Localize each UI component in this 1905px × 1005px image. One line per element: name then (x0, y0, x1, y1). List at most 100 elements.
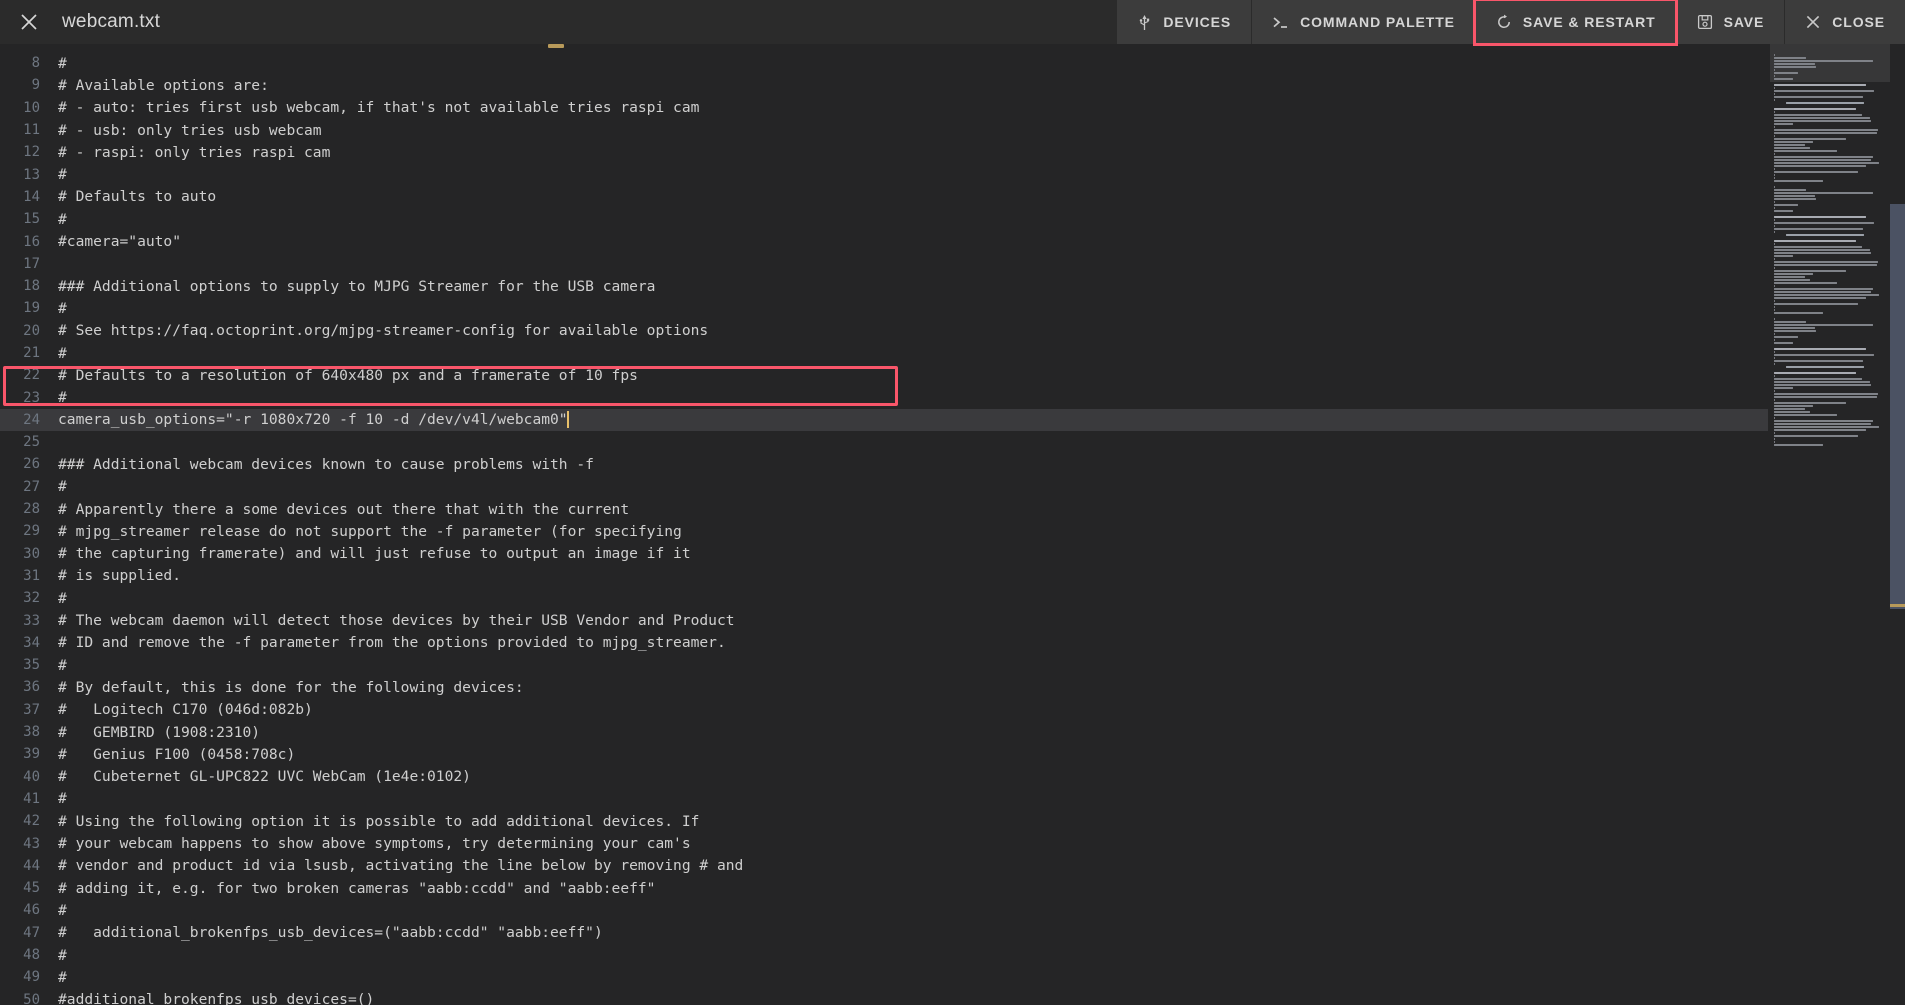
code-line[interactable]: 27# (0, 476, 1768, 498)
code-line[interactable]: 46# (0, 899, 1768, 921)
code-line[interactable]: 33# The webcam daemon will detect those … (0, 609, 1768, 631)
command-palette-button[interactable]: COMMAND PALETTE (1251, 0, 1475, 44)
save-and-restart-label: SAVE & RESTART (1523, 14, 1656, 30)
code-editor[interactable]: 8#9# Available options are:10# - auto: t… (0, 44, 1905, 1005)
code-line[interactable]: 43# your webcam happens to show above sy… (0, 832, 1768, 854)
line-number: 13 (0, 167, 46, 183)
code-line[interactable]: 49# (0, 966, 1768, 988)
minimap-line (1774, 437, 1888, 440)
code-line[interactable]: 16#camera="auto" (0, 230, 1768, 252)
line-number: 40 (0, 769, 46, 785)
line-content: # (46, 969, 67, 986)
code-line[interactable]: 21# (0, 342, 1768, 364)
code-line[interactable]: 26### Additional webcam devices known to… (0, 453, 1768, 475)
line-content: # - raspi: only tries raspi cam (46, 144, 330, 161)
code-line[interactable]: 15# (0, 208, 1768, 230)
line-number: 49 (0, 969, 46, 985)
line-content: # (46, 902, 67, 919)
vertical-scrollbar[interactable] (1890, 44, 1905, 1005)
line-content: # Cubeternet GL-UPC822 UVC WebCam (1e4e:… (46, 768, 471, 785)
minimap-line (1774, 344, 1888, 347)
line-content: # The webcam daemon will detect those de… (46, 612, 735, 629)
line-number: 16 (0, 234, 46, 250)
code-line[interactable]: 38# GEMBIRD (1908:2310) (0, 721, 1768, 743)
toolbar-actions: DEVICES COMMAND PALETTE SAVE & RESTART (1116, 0, 1905, 44)
code-line[interactable]: 25 (0, 431, 1768, 453)
line-number: 36 (0, 679, 46, 695)
code-line[interactable]: 32# (0, 587, 1768, 609)
code-line[interactable]: 11# - usb: only tries usb webcam (0, 119, 1768, 141)
line-number: 29 (0, 523, 46, 539)
code-line[interactable]: 22# Defaults to a resolution of 640x480 … (0, 364, 1768, 386)
code-line[interactable]: 18### Additional options to supply to MJ… (0, 275, 1768, 297)
code-line[interactable]: 19# (0, 297, 1768, 319)
code-line[interactable]: 45# adding it, e.g. for two broken camer… (0, 877, 1768, 899)
code-line[interactable]: 34# ID and remove the -f parameter from … (0, 632, 1768, 654)
code-line[interactable]: 13# (0, 163, 1768, 185)
code-line[interactable]: 50#additional_brokenfps_usb_devices=() (0, 988, 1768, 1005)
inline-link[interactable]: https://faq.octoprint.org/mjpg-streamer-… (111, 322, 515, 339)
line-number: 32 (0, 590, 46, 606)
line-content: # additional_brokenfps_usb_devices=("aab… (46, 924, 603, 941)
line-content: # (46, 657, 67, 674)
code-line[interactable]: 8# (0, 52, 1768, 74)
line-content: # (46, 211, 67, 228)
minimap[interactable] (1770, 44, 1890, 1005)
code-line[interactable]: 41# (0, 788, 1768, 810)
close-tab-button[interactable] (0, 0, 58, 44)
line-content: # (46, 300, 67, 317)
code-line[interactable]: 31# is supplied. (0, 565, 1768, 587)
line-number: 37 (0, 702, 46, 718)
code-line[interactable]: 39# Genius F100 (0458:708c) (0, 743, 1768, 765)
code-line[interactable]: 17 (0, 253, 1768, 275)
code-line[interactable]: 24camera_usb_options="-r 1080x720 -f 10 … (0, 409, 1768, 431)
line-number: 25 (0, 434, 46, 450)
scrollbar-thumb[interactable] (1890, 204, 1905, 609)
devices-button[interactable]: DEVICES (1116, 0, 1251, 44)
code-line[interactable]: 14# Defaults to auto (0, 186, 1768, 208)
line-number: 21 (0, 345, 46, 361)
line-number: 10 (0, 100, 46, 116)
code-line[interactable]: 42# Using the following option it is pos… (0, 810, 1768, 832)
floppy-disk-icon (1697, 14, 1713, 30)
code-line[interactable]: 48# (0, 944, 1768, 966)
code-line[interactable]: 36# By default, this is done for the fol… (0, 676, 1768, 698)
line-content: # (46, 947, 67, 964)
code-line[interactable]: 12# - raspi: only tries raspi cam (0, 141, 1768, 163)
line-number: 34 (0, 635, 46, 651)
line-content: # vendor and product id via lsusb, activ… (46, 857, 743, 874)
code-line[interactable]: 47# additional_brokenfps_usb_devices=("a… (0, 922, 1768, 944)
line-content: # your webcam happens to show above symp… (46, 835, 691, 852)
code-line[interactable]: 10# - auto: tries first usb webcam, if t… (0, 97, 1768, 119)
line-number: 15 (0, 211, 46, 227)
code-line[interactable]: 40# Cubeternet GL-UPC822 UVC WebCam (1e4… (0, 766, 1768, 788)
code-line[interactable]: 20# See https://faq.octoprint.org/mjpg-s… (0, 320, 1768, 342)
line-number: 30 (0, 546, 46, 562)
line-content: # (46, 478, 67, 495)
code-line[interactable]: 29# mjpg_streamer release do not support… (0, 520, 1768, 542)
code-line[interactable]: 28# Apparently there a some devices out … (0, 498, 1768, 520)
minimap-lines (1774, 44, 1888, 440)
line-number: 23 (0, 390, 46, 406)
code-line[interactable]: 30# the capturing framerate) and will ju… (0, 543, 1768, 565)
code-line[interactable]: 35# (0, 654, 1768, 676)
line-number: 39 (0, 746, 46, 762)
line-number: 9 (0, 77, 46, 93)
line-number: 38 (0, 724, 46, 740)
code-line[interactable]: 37# Logitech C170 (046d:082b) (0, 699, 1768, 721)
line-content: # (46, 590, 67, 607)
code-line[interactable]: 44# vendor and product id via lsusb, act… (0, 855, 1768, 877)
close-button[interactable]: CLOSE (1784, 0, 1905, 44)
line-content: # (46, 166, 67, 183)
line-content: # Genius F100 (0458:708c) (46, 746, 295, 763)
line-content: # - auto: tries first usb webcam, if tha… (46, 99, 699, 116)
code-lines-container[interactable]: 8#9# Available options are:10# - auto: t… (0, 52, 1768, 1005)
code-line[interactable]: 23# (0, 386, 1768, 408)
minimap-line (1774, 212, 1888, 215)
code-line[interactable]: 9# Available options are: (0, 74, 1768, 96)
minimap-line (1774, 386, 1888, 389)
save-and-restart-button[interactable]: SAVE & RESTART (1475, 0, 1676, 44)
scrollbar-change-marker (1890, 604, 1905, 607)
line-number: 33 (0, 613, 46, 629)
save-button[interactable]: SAVE (1676, 0, 1785, 44)
